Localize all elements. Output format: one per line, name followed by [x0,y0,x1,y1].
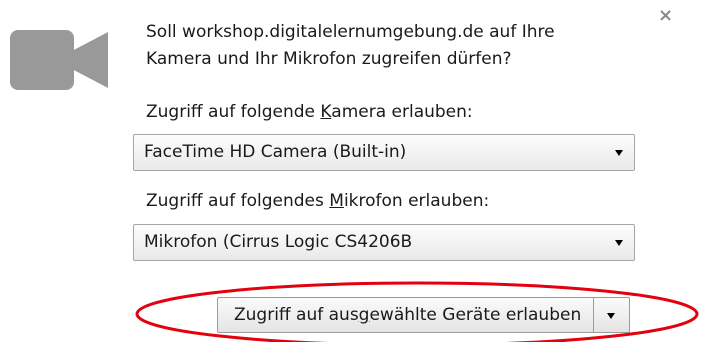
allow-options-dropdown-button[interactable] [594,297,631,333]
microphone-select[interactable]: Mikrofon (Cirrus Logic CS4206B [133,224,635,261]
chevron-down-icon [615,240,623,246]
chevron-down-icon [615,150,623,156]
camera-select-value: FaceTime HD Camera (Built-in) [144,142,407,162]
camera-label: Zugriff auf folgende Kamera erlauben: [146,101,473,123]
allow-button-text-before: Zugriff auf aus [234,305,359,325]
video-camera-icon [10,30,108,90]
allow-button-accesskey: g [358,305,370,325]
microphone-label-text-before: Zugriff auf folgendes [146,191,330,211]
chevron-down-icon [607,313,616,319]
camera-label-text-before: Zugriff auf folgende [146,102,321,122]
prompt-line-2: Kamera und Ihr Mikrofon zugreifen dürfen… [146,49,512,69]
allow-button-text-after: ewählte Geräte erlauben [369,305,582,325]
camera-label-accesskey: K [320,102,332,122]
microphone-select-value: Mikrofon (Cirrus Logic CS4206B [144,232,413,252]
microphone-label-accesskey: M [329,191,344,211]
microphone-label: Zugriff auf folgendes Mikrofon erlauben: [146,190,489,212]
close-icon[interactable]: × [658,7,673,25]
allow-button-group: Zugriff auf ausgewählte Geräte erlauben [217,297,631,333]
camera-select[interactable]: FaceTime HD Camera (Built-in) [133,134,635,171]
permission-prompt: Soll workshop.digitalelernumgebung.de au… [146,19,626,73]
microphone-label-text-after: ikrofon erlauben: [343,191,490,211]
prompt-line-1: Soll workshop.digitalelernumgebung.de au… [146,22,555,42]
camera-label-text-after: amera erlauben: [331,102,473,122]
allow-selected-devices-button[interactable]: Zugriff auf ausgewählte Geräte erlauben [217,297,595,333]
